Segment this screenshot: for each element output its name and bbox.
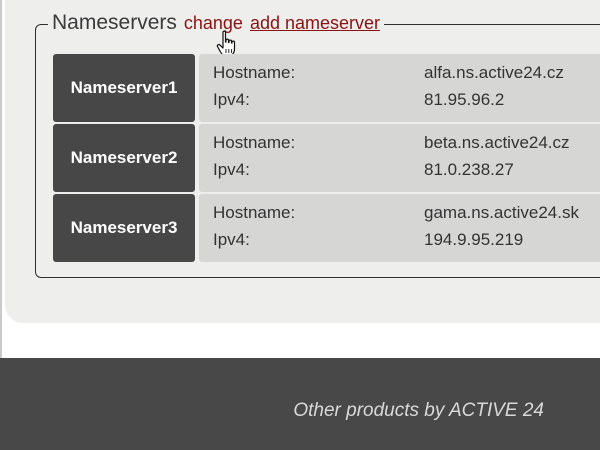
add-nameserver-link[interactable]: add nameserver — [250, 13, 380, 34]
hostname-value: alfa.ns.active24.cz — [424, 63, 564, 82]
ipv4-key: Ipv4: — [213, 90, 250, 109]
nameserver-row: Nameserver2 Hostname: beta.ns.active24.c… — [53, 124, 600, 192]
nameserver-details: Hostname: gama.ns.active24.sk Ipv4: 194.… — [199, 194, 600, 262]
hostname-key: Hostname: — [213, 203, 296, 222]
nameserver-row: Nameserver3 Hostname: gama.ns.active24.s… — [53, 194, 600, 262]
page-frame-edge — [0, 0, 2, 358]
nameserver-label: Nameserver1 — [53, 54, 195, 122]
hostname-key: Hostname: — [213, 63, 296, 82]
hostname-value: gama.ns.active24.sk — [424, 203, 579, 222]
nameserver-label: Nameserver3 — [53, 194, 195, 262]
page-footer: Other products by ACTIVE 24 — [0, 358, 600, 450]
ipv4-key: Ipv4: — [213, 160, 250, 179]
hostname-key: Hostname: — [213, 133, 296, 152]
ipv4-key: Ipv4: — [213, 230, 250, 249]
hostname-value: beta.ns.active24.cz — [424, 133, 570, 152]
nameserver-label: Nameserver2 — [53, 124, 195, 192]
nameservers-title: Nameservers — [52, 11, 177, 34]
ipv4-value: 194.9.95.219 — [424, 230, 524, 249]
ipv4-value: 81.0.238.27 — [424, 160, 514, 179]
nameserver-details: Hostname: alfa.ns.active24.cz Ipv4: 81.9… — [199, 54, 600, 122]
ipv4-value: 81.95.96.2 — [424, 90, 505, 109]
nameserver-details: Hostname: beta.ns.active24.cz Ipv4: 81.0… — [199, 124, 600, 192]
other-products-link[interactable]: Other products by ACTIVE 24 — [293, 400, 544, 422]
nameserver-row: Nameserver1 Hostname: alfa.ns.active24.c… — [53, 54, 600, 122]
